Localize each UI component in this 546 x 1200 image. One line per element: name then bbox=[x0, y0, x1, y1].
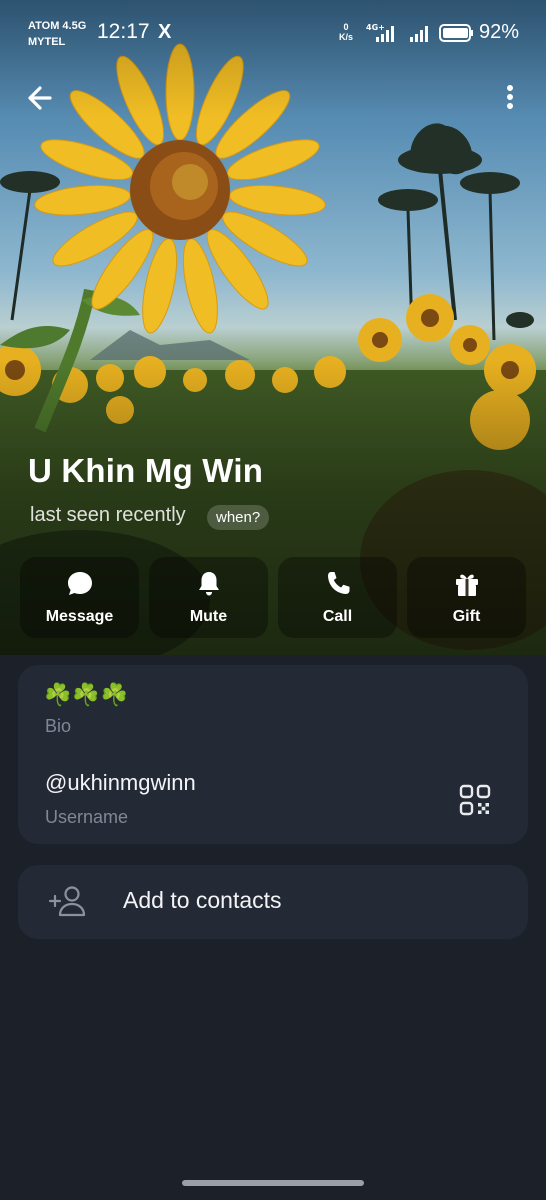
svg-text:4G+: 4G+ bbox=[366, 23, 385, 32]
more-options-icon[interactable] bbox=[496, 80, 524, 116]
bell-icon bbox=[199, 572, 219, 596]
cellular-signal-icon: 4G+ bbox=[366, 23, 394, 42]
gift-icon bbox=[456, 574, 478, 596]
gift-button[interactable]: Gift bbox=[407, 557, 526, 638]
network-speed: 0 K/s bbox=[339, 22, 354, 42]
status-time: 12:17 bbox=[97, 20, 150, 43]
add-to-contacts-button[interactable]: Add to contacts bbox=[18, 865, 528, 939]
message-button[interactable]: Message bbox=[20, 557, 139, 638]
carrier-label: ATOM 4.5G MYTEL bbox=[28, 20, 87, 48]
bio-text: ☘️☘️☘️ bbox=[44, 682, 130, 707]
call-label: Call bbox=[322, 608, 353, 625]
profile-info-card: ☘️☘️☘️ Bio @ukhinmgwinn Username bbox=[18, 665, 528, 844]
bio-label: Bio bbox=[45, 716, 72, 736]
add-to-contacts-label: Add to contacts bbox=[123, 887, 282, 913]
call-button[interactable]: Call bbox=[278, 557, 397, 638]
phone-icon bbox=[328, 572, 350, 594]
profile-name: U Khin Mg Win bbox=[28, 452, 264, 489]
profile-actions: Message Mute Call Gift bbox=[20, 557, 526, 638]
cellular-signal-2-icon bbox=[410, 26, 428, 42]
x-notification-icon: X bbox=[158, 21, 172, 43]
home-indicator[interactable] bbox=[182, 1180, 364, 1186]
add-person-icon bbox=[48, 886, 86, 917]
username-label: Username bbox=[45, 807, 129, 827]
mute-label: Mute bbox=[189, 608, 228, 625]
status-bar: ATOM 4.5G MYTEL 12:17 X 0 K/s 4G+ 92% bbox=[0, 0, 546, 66]
when-button[interactable]: when? bbox=[207, 505, 270, 530]
qr-code-icon[interactable] bbox=[458, 783, 492, 817]
username-text[interactable]: @ukhinmgwinn bbox=[45, 770, 196, 796]
message-label: Message bbox=[45, 608, 114, 625]
mute-button[interactable]: Mute bbox=[149, 557, 268, 638]
battery-icon bbox=[439, 24, 473, 42]
chat-bubble-icon bbox=[68, 572, 92, 595]
last-seen-status: last seen recently bbox=[30, 504, 186, 526]
gift-label: Gift bbox=[452, 608, 481, 625]
battery-percent: 92% bbox=[479, 21, 520, 43]
back-arrow-icon[interactable] bbox=[22, 80, 58, 116]
